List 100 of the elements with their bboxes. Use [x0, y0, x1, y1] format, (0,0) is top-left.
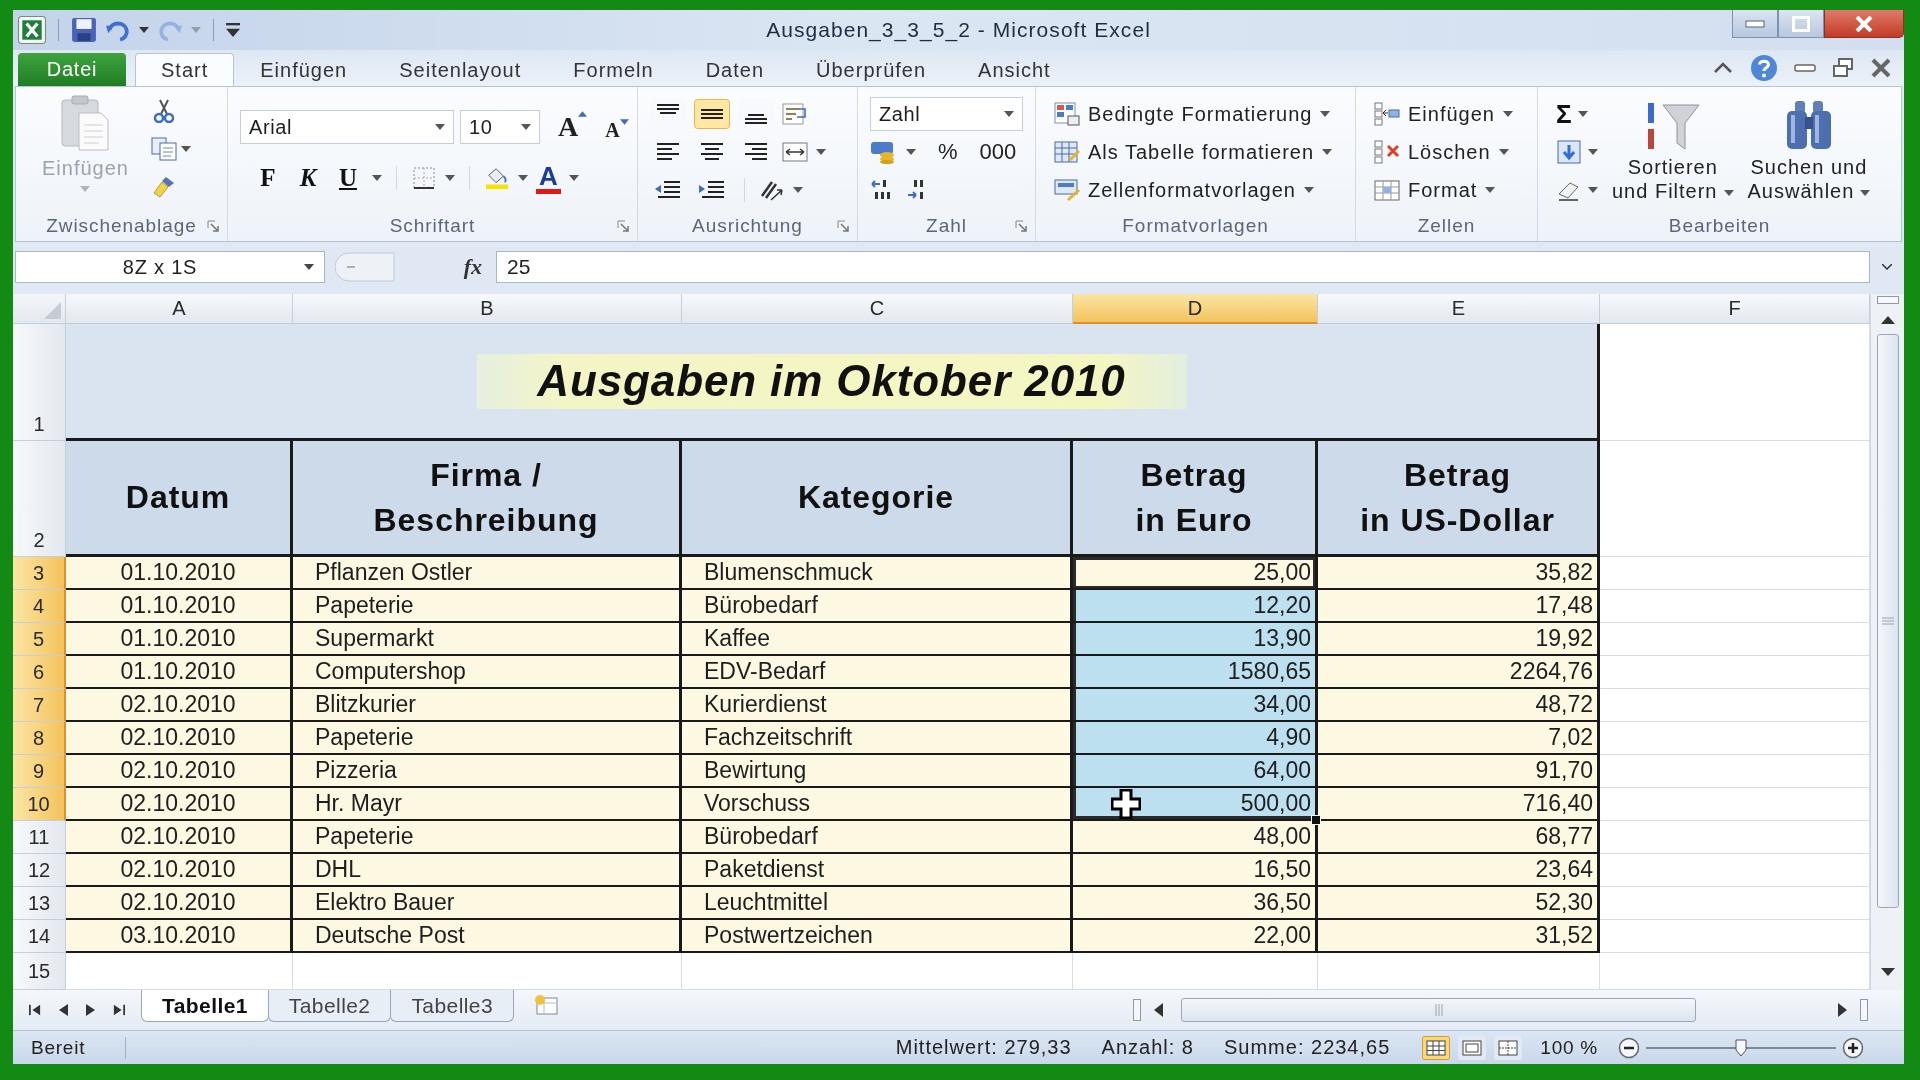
minimize-button[interactable] — [1732, 10, 1778, 38]
insert-cells-button[interactable]: Einfügen — [1374, 102, 1513, 126]
ribbon-tab[interactable]: Überprüfen — [790, 53, 953, 86]
font-name-dropdown[interactable]: Arial — [240, 110, 454, 144]
grow-font-button[interactable]: A — [558, 111, 588, 143]
next-sheet-icon[interactable] — [85, 1004, 97, 1016]
wrap-text-icon[interactable] — [782, 102, 808, 126]
file-tab[interactable]: Datei — [18, 53, 126, 86]
split-box[interactable] — [1860, 999, 1868, 1021]
first-sheet-icon[interactable] — [29, 1004, 41, 1016]
scrollbar-thumb[interactable] — [1181, 998, 1696, 1022]
row-header[interactable]: 11 — [13, 821, 66, 854]
caret-icon[interactable] — [180, 146, 191, 152]
number-format-dropdown[interactable]: Zahl — [870, 97, 1023, 131]
ribbon-tab[interactable]: Ansicht — [952, 53, 1077, 86]
split-box[interactable] — [1133, 999, 1141, 1021]
customize-icon[interactable] — [226, 23, 240, 37]
close-button[interactable] — [1824, 10, 1904, 38]
ribbon-tab[interactable]: Daten — [679, 53, 791, 86]
caret-icon[interactable] — [816, 149, 826, 155]
fill-handle[interactable] — [1311, 815, 1321, 825]
format-cells-button[interactable]: Format — [1374, 178, 1496, 202]
ribbon-tab[interactable]: Start — [135, 53, 235, 86]
column-header[interactable]: D — [1073, 294, 1318, 324]
minimize-icon[interactable] — [1794, 62, 1816, 74]
zoom-slider-thumb[interactable] — [1735, 1038, 1747, 1057]
dialog-launcher-icon[interactable] — [207, 220, 219, 232]
row-header[interactable]: 15 — [13, 953, 66, 990]
zoom-slider[interactable] — [1646, 1036, 1836, 1059]
caret-icon[interactable] — [1588, 149, 1598, 155]
row-header[interactable]: 12 — [13, 854, 66, 887]
ribbon-tab[interactable]: Seitenlayout — [373, 53, 548, 86]
row-header[interactable]: 1 — [13, 324, 66, 441]
row-header[interactable]: 5 — [13, 623, 66, 656]
bold-button[interactable]: F — [252, 164, 284, 192]
zoom-out-icon[interactable] — [1618, 1036, 1640, 1059]
dialog-launcher-icon[interactable] — [617, 220, 629, 232]
dialog-launcher-icon[interactable] — [837, 220, 849, 232]
caret-icon[interactable] — [793, 187, 803, 193]
scroll-down-icon[interactable] — [1880, 968, 1895, 978]
fill-down-icon[interactable] — [1556, 140, 1582, 164]
scroll-right-icon[interactable] — [1838, 1003, 1848, 1017]
scrollbar-thumb[interactable] — [1876, 334, 1899, 908]
save-icon[interactable] — [71, 17, 97, 43]
conditional-formatting-button[interactable]: Bedingte Formatierung — [1054, 102, 1331, 126]
sheet-tab[interactable]: Tabelle2 — [267, 990, 392, 1022]
help-icon[interactable] — [1750, 54, 1778, 82]
row-header[interactable]: 10 — [13, 788, 66, 821]
find-select-button[interactable]: Suchen und Auswählen — [1747, 87, 1871, 211]
page-break-view-icon[interactable] — [1494, 1035, 1523, 1060]
column-header[interactable]: A — [66, 294, 293, 324]
maximize-button[interactable] — [1778, 10, 1824, 38]
scroll-left-icon[interactable] — [1153, 1003, 1163, 1017]
sheet-tab[interactable]: Tabelle1 — [141, 990, 269, 1022]
font-color-button[interactable]: A — [536, 162, 561, 194]
fill-bucket-icon[interactable] — [484, 166, 510, 190]
row-header[interactable]: 8 — [13, 722, 66, 755]
expand-formula-bar-icon[interactable] — [1882, 264, 1892, 270]
caret-icon[interactable] — [139, 27, 149, 33]
formula-input[interactable]: 25 — [496, 251, 1870, 283]
autosum-button[interactable]: Σ — [1556, 98, 1572, 130]
zoom-in-icon[interactable] — [1842, 1036, 1864, 1059]
app-logo-icon[interactable] — [18, 16, 46, 44]
caret-icon[interactable] — [906, 149, 916, 155]
row-header[interactable]: 14 — [13, 920, 66, 953]
column-header[interactable]: C — [682, 294, 1073, 324]
row-header[interactable]: 7 — [13, 689, 66, 722]
sheet-tab[interactable]: Tabelle3 — [390, 990, 515, 1022]
row-header[interactable]: 4 — [13, 590, 66, 623]
cell-styles-button[interactable]: Zellenformatvorlagen — [1054, 178, 1314, 202]
caret-icon[interactable] — [518, 175, 528, 181]
row-header[interactable]: 13 — [13, 887, 66, 920]
row-header[interactable]: 9 — [13, 755, 66, 788]
splitter-handle-icon[interactable] — [335, 252, 395, 282]
column-header[interactable]: E — [1318, 294, 1600, 324]
name-box[interactable]: 8Z x 1S — [15, 251, 325, 283]
caret-icon[interactable] — [372, 175, 382, 181]
currency-icon[interactable] — [870, 140, 896, 164]
borders-icon[interactable] — [411, 166, 437, 190]
scroll-up-icon[interactable] — [1880, 314, 1895, 324]
caret-icon[interactable] — [445, 175, 455, 181]
normal-view-icon[interactable] — [1422, 1035, 1451, 1060]
dialog-launcher-icon[interactable] — [1015, 220, 1027, 232]
delete-cells-button[interactable]: Löschen — [1374, 140, 1509, 164]
restore-icon[interactable] — [1832, 58, 1854, 78]
thousands-separator-button[interactable]: 000 — [979, 139, 1017, 165]
close-icon[interactable] — [1870, 58, 1892, 78]
merge-cells-icon[interactable] — [782, 140, 808, 164]
ribbon-tab[interactable]: Einfügen — [234, 53, 374, 86]
column-header[interactable]: B — [293, 294, 682, 324]
ribbon-tab[interactable]: Formeln — [547, 53, 680, 86]
row-header[interactable]: 2 — [13, 441, 66, 557]
caret-icon[interactable] — [568, 175, 579, 181]
page-layout-view-icon[interactable] — [1458, 1035, 1487, 1060]
italic-button[interactable]: K — [292, 164, 324, 192]
last-sheet-icon[interactable] — [113, 1004, 125, 1016]
row-header[interactable]: 6 — [13, 656, 66, 689]
underline-button[interactable]: U — [332, 164, 364, 192]
column-header[interactable]: F — [1600, 294, 1870, 324]
middle-align-icon[interactable] — [694, 99, 730, 129]
